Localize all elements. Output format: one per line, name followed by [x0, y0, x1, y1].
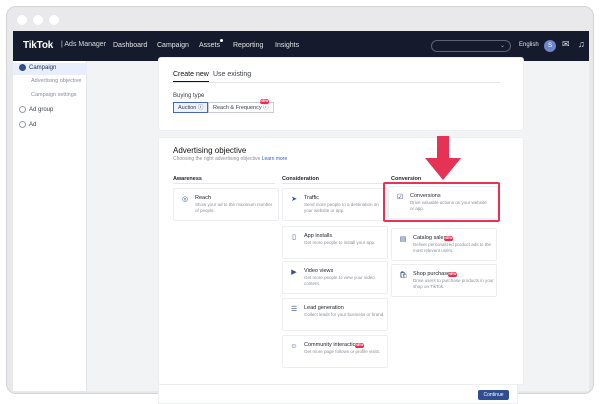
sidebar-item-ad-group[interactable]: Ad group [13, 105, 87, 117]
window-close-dot[interactable] [17, 15, 27, 25]
step-icon [19, 106, 26, 113]
sidebar-item-campaign[interactable]: Campaign [13, 63, 87, 75]
objective-description: Deliver personalized product ads to the … [413, 242, 492, 253]
objective-traffic[interactable]: ➤ Traffic Send more people to a destinat… [282, 188, 388, 221]
objective-lead-generation[interactable]: ☰ Lead generation Collect leads for your… [282, 298, 388, 331]
column-divider [282, 183, 384, 184]
window-maximize-dot[interactable] [49, 15, 59, 25]
buying-auction-option[interactable]: Auction ⓘ [173, 102, 209, 113]
column-consideration: Consideration [282, 176, 319, 182]
product-name: | Ads Manager [61, 41, 107, 48]
sidebar: Campaign Advertising objective Campaign … [13, 61, 87, 391]
objective-description: Send more people to a destination on you… [304, 202, 379, 213]
people-icon: ☺ [290, 343, 298, 350]
tiktok-logo[interactable]: TikTok [23, 40, 53, 51]
footer-bar [158, 384, 518, 404]
objective-shop-purchases[interactable]: 🛍 Shop purchases NEW Drive users to purc… [391, 264, 497, 297]
window-titlebar [7, 7, 593, 31]
objective-description: Drive users to purchase products in your… [413, 278, 494, 289]
nav-assets[interactable]: Assets [199, 42, 220, 49]
red-arrow-pointer [425, 136, 461, 180]
phone-icon: ▯ [292, 234, 296, 241]
objective-video-views[interactable]: ▶ Video views Get more people to view yo… [282, 261, 388, 294]
objective-name: App installs [304, 233, 333, 239]
objective-description: Get more page follows or profile visits. [304, 349, 381, 354]
avatar[interactable]: S [544, 40, 556, 52]
objective-app-installs[interactable]: ▯ App installs Get more people to instal… [282, 226, 388, 259]
message-icon[interactable]: ✉ [562, 39, 570, 50]
product-name-text: Ads Manager [64, 41, 107, 48]
objective-name: Video views [304, 268, 334, 274]
step-icon [19, 64, 26, 71]
sidebar-item-label: Ad [29, 122, 37, 128]
form-icon: ☰ [290, 306, 298, 313]
objective-name: Reach [195, 195, 211, 201]
nav-reporting[interactable]: Reporting [233, 42, 263, 49]
objective-title: Advertising objective [173, 146, 247, 155]
objective-description: Collect leads for your business or brand… [304, 312, 385, 317]
window-minimize-dot[interactable] [33, 15, 43, 25]
step-icon [19, 121, 26, 128]
video-icon: ▶ [291, 269, 297, 276]
buying-type-label: Buying type [173, 93, 205, 99]
new-badge: NEW [355, 343, 364, 348]
option-label: Auction [178, 105, 197, 111]
column-awareness: Awareness [173, 176, 202, 182]
nav-campaign[interactable]: Campaign [157, 42, 189, 49]
objective-description: Show your ad to the maximum number of pe… [195, 202, 273, 213]
objective-reach[interactable]: ◎ Reach Show your ad to the maximum numb… [173, 188, 279, 221]
target-icon: ◎ [181, 196, 189, 203]
objective-name: Community interaction [304, 342, 359, 348]
objective-name: Shop purchases [413, 271, 453, 277]
catalog-icon: ▤ [399, 236, 407, 243]
chevron-down-icon: ⌄ [499, 43, 505, 49]
objective-subtitle: Choosing the right advertising objective… [173, 156, 287, 162]
objective-name: Catalog sales [413, 235, 447, 241]
column-divider [173, 183, 275, 184]
objective-name: Lead generation [304, 305, 344, 311]
objective-name: Traffic [304, 195, 319, 201]
sidebar-item-label: Ad group [29, 107, 54, 113]
assets-notification-dot [220, 39, 223, 42]
new-badge: NEW [260, 99, 269, 104]
objective-catalog-sales[interactable]: ▤ Catalog sales NEW Deliver personalized… [391, 228, 497, 261]
bell-icon[interactable]: ♫ [578, 39, 585, 49]
nav-dashboard[interactable]: Dashboard [113, 42, 147, 49]
objective-community-interaction[interactable]: ☺ Community interaction NEW Get more pag… [282, 335, 388, 368]
sidebar-sub-advertising-objective[interactable]: Advertising objective [31, 78, 81, 84]
tab-divider [170, 82, 500, 83]
create-campaign-card [158, 57, 524, 131]
objective-description: Get more people to install your app. [304, 240, 376, 245]
shop-icon: 🛍 [399, 272, 408, 279]
sidebar-item-label: Campaign [29, 65, 57, 71]
new-badge: NEW [444, 236, 453, 241]
cursor-icon: ➤ [291, 196, 297, 203]
tab-create-new[interactable]: Create new [173, 71, 209, 82]
objective-subtitle-text: Choosing the right advertising objective [173, 156, 261, 162]
tab-use-existing[interactable]: Use existing [213, 71, 251, 78]
continue-button[interactable]: Continue [478, 390, 509, 400]
learn-more-link[interactable]: Learn more [262, 156, 288, 162]
sidebar-item-ad[interactable]: Ad [13, 120, 87, 132]
account-search-input[interactable]: ⌄ [431, 40, 511, 52]
new-badge: NEW [448, 272, 457, 277]
sidebar-sub-campaign-settings[interactable]: Campaign settings [31, 92, 77, 98]
objective-description: Get more people to view your video conte… [304, 275, 375, 286]
language-selector[interactable]: English [519, 42, 539, 48]
conversions-highlight-box [383, 182, 500, 222]
option-label: Reach & Frequency [213, 105, 262, 111]
nav-insights[interactable]: Insights [275, 42, 299, 49]
